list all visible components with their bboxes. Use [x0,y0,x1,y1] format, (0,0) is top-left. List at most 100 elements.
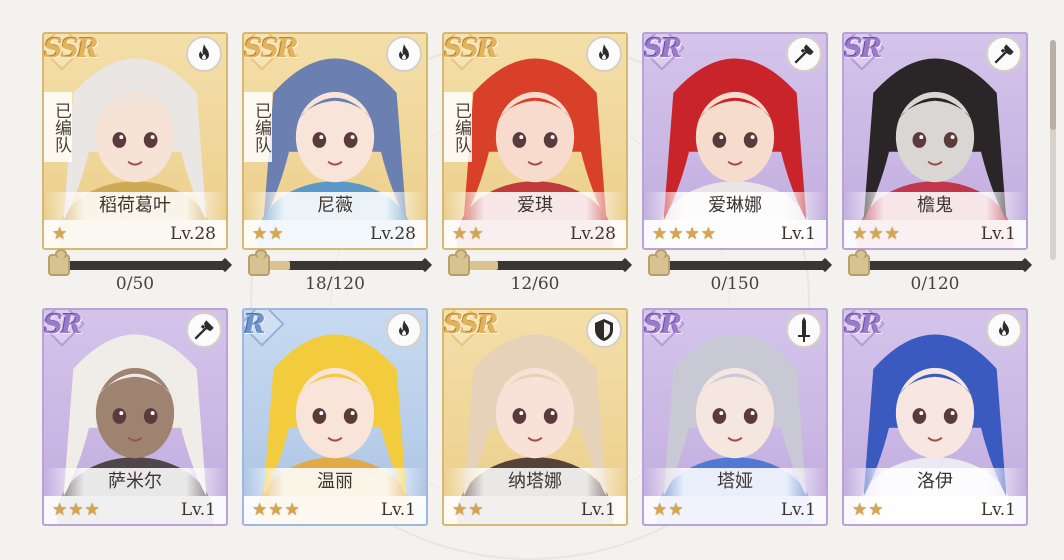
star-icon: ★ [868,499,884,520]
star-rating: ★ ★ [452,223,484,244]
star-rating: ★ ★ ★ ★ [652,223,716,244]
character-cell[interactable]: SR 洛伊 ★ ★ Lv.1 [842,300,1028,560]
character-card[interactable]: SR 檐鬼 ★ ★ ★ Lv.1 [842,32,1028,250]
character-card[interactable]: SR 爱琳娜 ★ ★ ★ ★ Lv.1 [642,32,828,250]
star-icon: ★ [884,223,900,244]
axe-icon [786,36,822,72]
character-cell[interactable]: R 温丽 ★ ★ ★ Lv.1 [242,300,428,560]
star-icon: ★ [868,223,884,244]
rarity-badge: R [244,310,294,347]
character-card[interactable]: SSR 已编队 尼薇 ★ ★ Lv.28 [242,32,428,250]
in-team-tag: 已编队 [444,92,472,162]
puzzle-piece-icon [448,249,470,276]
character-card[interactable]: SR 塔娅 ★ ★ Lv.1 [642,308,828,526]
star-icon: ★ [452,223,468,244]
puzzle-piece-icon [248,249,270,276]
character-level: Lv.28 [370,224,416,244]
rarity-label: SR [44,310,82,340]
in-team-tag: 已编队 [244,92,272,162]
star-icon: ★ [268,223,284,244]
character-level: Lv.1 [380,500,416,520]
scrollbar-thumb[interactable] [1050,40,1056,130]
puzzle-piece-icon [848,249,870,276]
character-card[interactable]: SSR 纳塔娜 ★ ★ Lv.1 [442,308,628,526]
progress-tip [417,257,433,273]
character-card[interactable]: SSR 已编队 稻荷葛叶 ★ Lv.28 [42,32,228,250]
shard-progress-bar [448,249,633,276]
star-rating: ★ [52,225,67,243]
flame-icon [986,312,1022,348]
star-rating: ★ ★ [252,223,284,244]
puzzle-piece-icon [648,249,670,276]
star-icon: ★ [52,499,68,520]
progress-track [866,257,1033,273]
star-icon: ★ [284,499,300,520]
star-icon: ★ [684,223,700,244]
character-card[interactable]: SR 洛伊 ★ ★ Lv.1 [842,308,1028,526]
character-name: 爱琪 [444,192,626,220]
character-roster-grid: SSR 已编队 稻荷葛叶 ★ Lv.28 0/50 SSR 已编队 尼薇 ★ ★ Lv.28 18/1… [42,24,1033,560]
info-bar: ★ ★ Lv.1 [444,496,626,524]
rarity-label: SR [844,310,882,340]
star-icon: ★ [668,499,684,520]
rarity-badge: SR [844,310,894,347]
star-icon: ★ [268,499,284,520]
star-rating: ★ ★ [452,499,484,520]
star-rating: ★ ★ ★ [52,499,100,520]
progress-track [66,257,233,273]
axe-icon [986,36,1022,72]
character-cell[interactable]: SSR 已编队 尼薇 ★ ★ Lv.28 18/120 [242,24,433,300]
shard-count: 0/120 [910,274,960,294]
star-icon: ★ [84,499,100,520]
character-cell[interactable]: SR 萨米尔 ★ ★ ★ Lv.1 [42,300,228,560]
info-bar: ★ ★ Lv.28 [444,220,626,248]
flame-icon [386,36,422,72]
star-icon: ★ [852,499,868,520]
character-cell[interactable]: SR 塔娅 ★ ★ Lv.1 [642,300,828,560]
progress-tip [217,257,233,273]
character-name: 稻荷葛叶 [44,192,226,220]
character-name: 萨米尔 [44,468,226,496]
character-card[interactable]: SSR 已编队爱琪 ★ ★ Lv.28 [442,32,628,250]
character-name: 檐鬼 [844,192,1026,220]
character-name: 塔娅 [644,468,826,496]
flame-icon [386,312,422,348]
puzzle-piece-icon [48,249,70,276]
rarity-label: SR [844,34,882,64]
character-card[interactable]: R 温丽 ★ ★ ★ Lv.1 [242,308,428,526]
character-cell[interactable]: SR 檐鬼 ★ ★ ★ Lv.1 0/120 [842,24,1033,300]
character-cell[interactable]: SSR 已编队 稻荷葛叶 ★ Lv.28 0/50 [42,24,233,300]
progress-fill [466,261,498,270]
progress-track [266,257,433,273]
scrollbar[interactable] [1050,40,1056,260]
character-level: Lv.1 [780,224,816,244]
shield-icon [586,312,622,348]
info-bar: ★ ★ Lv.28 [244,220,426,248]
shard-progress-bar [48,249,233,276]
star-icon: ★ [452,499,468,520]
character-level: Lv.28 [570,224,616,244]
star-rating: ★ ★ [652,499,684,520]
progress-track [666,257,833,273]
character-cell[interactable]: SR 爱琳娜 ★ ★ ★ ★ Lv.1 0/150 [642,24,833,300]
flame-icon [186,36,222,72]
star-icon: ★ [68,499,84,520]
progress-tip [617,257,633,273]
shard-count: 18/120 [305,274,365,294]
sword-icon [786,312,822,348]
star-icon: ★ [700,223,716,244]
rarity-badge: SR [644,34,694,71]
character-cell[interactable]: SSR 纳塔娜 ★ ★ Lv.1 [442,300,628,560]
character-cell[interactable]: SSR 已编队爱琪 ★ ★ Lv.28 12/60 [442,24,633,300]
rarity-badge: SSR [444,310,499,347]
info-bar: ★ ★ ★ ★ Lv.1 [644,220,826,248]
shard-count: 0/150 [710,274,760,294]
in-team-tag: 已编队 [44,92,72,162]
progress-tip [1017,257,1033,273]
rarity-badge: SSR [444,34,499,71]
info-bar: ★ ★ Lv.1 [644,496,826,524]
character-level: Lv.1 [580,500,616,520]
shard-count: 12/60 [510,274,560,294]
rarity-label: R [244,310,266,340]
character-card[interactable]: SR 萨米尔 ★ ★ ★ Lv.1 [42,308,228,526]
